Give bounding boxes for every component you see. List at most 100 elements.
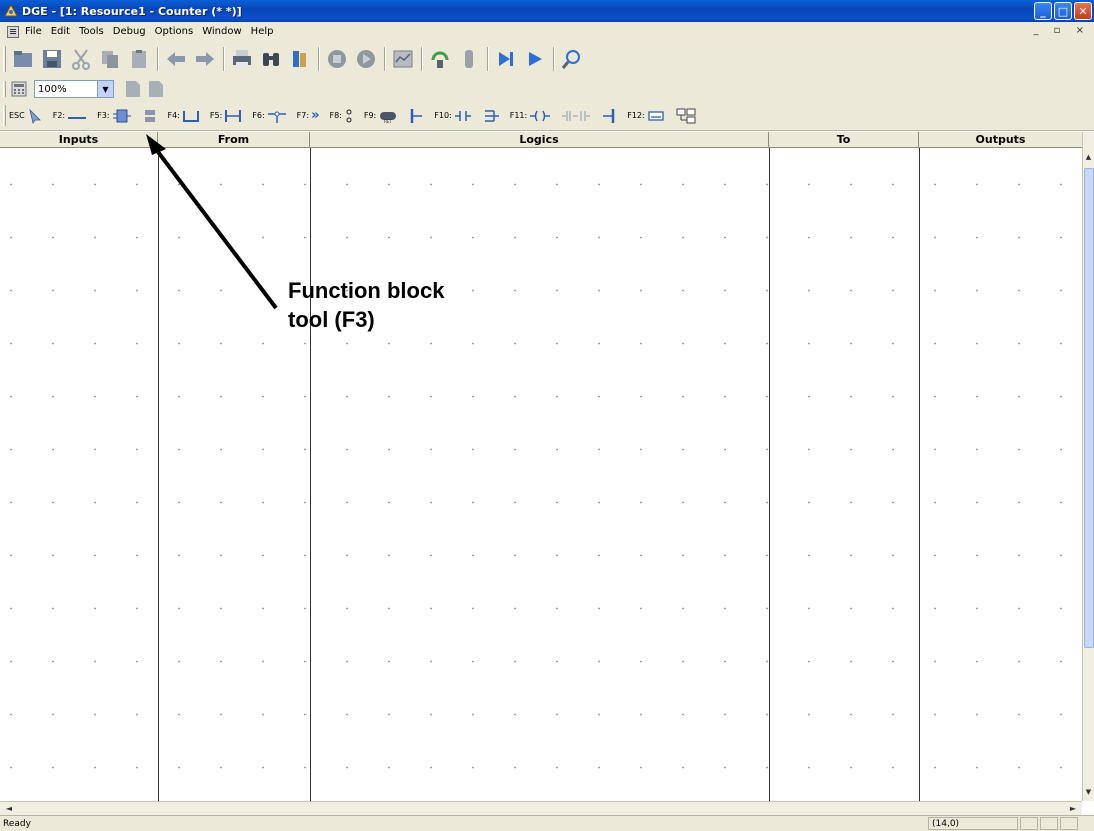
ladder-toolbar: ESC F2: F3: F4: F5: F6: F7: » F8: F9: RE… <box>0 101 1094 131</box>
maximize-icon: □ <box>1057 4 1069 18</box>
menu-edit[interactable]: Edit <box>51 26 70 37</box>
menu-file[interactable]: File <box>25 26 42 37</box>
calculator-icon <box>11 81 27 97</box>
connector-tool[interactable]: F8: <box>329 103 353 129</box>
page-setup-button[interactable] <box>145 78 167 100</box>
chevron-down-icon[interactable]: ▼ <box>97 81 113 97</box>
menu-window[interactable]: Window <box>202 26 241 37</box>
jump-tool[interactable]: F7: » <box>297 103 320 129</box>
find-button[interactable] <box>257 45 285 73</box>
column-to[interactable]: To <box>769 132 919 147</box>
download-button[interactable] <box>426 45 454 73</box>
variable-tool[interactable]: F4: <box>168 103 200 129</box>
toolbar-grip[interactable] <box>3 105 6 126</box>
column-from[interactable]: From <box>158 132 310 147</box>
vertical-scrollbar[interactable]: ▲ ▼ <box>1082 132 1094 801</box>
library-button[interactable] <box>286 45 314 73</box>
right-rail-tool[interactable] <box>601 103 617 129</box>
redo-icon <box>196 52 214 66</box>
toolbar-grip[interactable] <box>3 80 6 98</box>
scroll-down-icon[interactable]: ▼ <box>1083 785 1094 799</box>
calculator-button[interactable] <box>9 79 29 99</box>
paste-button[interactable] <box>125 45 153 73</box>
scrollbar-thumb[interactable] <box>1084 168 1094 648</box>
play-icon <box>529 52 542 66</box>
parallel-contact-icon <box>484 109 499 122</box>
menu-debug[interactable]: Debug <box>113 26 146 37</box>
redo-button[interactable] <box>191 45 219 73</box>
f11-key-label: F11: <box>509 111 528 120</box>
paste-icon <box>132 50 146 68</box>
toolbar-grip[interactable] <box>3 46 6 72</box>
toolbar-separator <box>384 47 386 71</box>
start-button[interactable] <box>352 45 380 73</box>
maximize-button[interactable]: □ <box>1054 2 1072 20</box>
edge-contact-tool[interactable] <box>561 103 591 129</box>
return-tool[interactable]: F9: RET <box>364 103 398 129</box>
new-button[interactable] <box>9 45 37 73</box>
parallel-contact-tool[interactable] <box>482 103 500 129</box>
coil-icon <box>225 109 242 122</box>
start-circle-icon <box>357 50 375 68</box>
cut-button[interactable] <box>67 45 95 73</box>
binoculars-icon <box>263 53 279 66</box>
left-rail-icon <box>411 108 423 123</box>
left-rail-tool[interactable] <box>408 103 424 129</box>
monitor-button[interactable] <box>389 45 417 73</box>
stacked-block-icon <box>144 109 155 122</box>
column-divider <box>158 148 159 801</box>
svg-text:RET: RET <box>384 119 392 124</box>
minimize-button[interactable]: _ <box>1034 2 1052 20</box>
document-icon[interactable] <box>7 25 19 38</box>
menu-tools[interactable]: Tools <box>79 26 104 37</box>
select-tool[interactable]: ESC <box>9 103 43 129</box>
scroll-up-icon[interactable]: ▲ <box>1083 150 1094 164</box>
controller-icon <box>465 50 473 68</box>
function-block-tool[interactable]: F3: <box>97 103 131 129</box>
ladder-canvas[interactable] <box>0 148 1082 801</box>
download-icon <box>431 51 449 68</box>
contact-tool[interactable]: F10: <box>434 103 471 129</box>
controller-button[interactable] <box>455 45 483 73</box>
copy-button[interactable] <box>96 45 124 73</box>
mdi-window-controls[interactable]: _ ▫ × <box>1033 25 1090 36</box>
branch-tool[interactable]: F6: <box>252 103 286 129</box>
column-outputs[interactable]: Outputs <box>919 132 1082 147</box>
connector-icon <box>346 109 352 122</box>
page-button[interactable] <box>122 78 144 100</box>
cursor-coordinates: (14,0) <box>928 817 1018 830</box>
f7-key-label: F7: <box>296 111 310 120</box>
menu-options[interactable]: Options <box>155 26 194 37</box>
coil-output-tool[interactable]: F11: <box>510 103 551 129</box>
column-logics[interactable]: Logics <box>310 132 769 147</box>
menu-help[interactable]: Help <box>251 26 274 37</box>
block-variant-tool[interactable] <box>142 103 158 129</box>
esc-key-label: ESC <box>9 111 25 120</box>
toolbar-separator <box>487 47 489 71</box>
f3-key-label: F3: <box>97 111 110 120</box>
undo-button[interactable] <box>162 45 190 73</box>
save-button[interactable] <box>38 45 66 73</box>
sequence-tool[interactable] <box>675 103 697 129</box>
edge-contact-icon <box>562 110 591 121</box>
stop-button[interactable] <box>323 45 351 73</box>
inspect-button[interactable] <box>558 45 586 73</box>
close-button[interactable]: ✕ <box>1074 2 1092 20</box>
zoom-select[interactable]: 100% ▼ <box>34 80 114 98</box>
run-button[interactable] <box>521 45 549 73</box>
print-button[interactable] <box>228 45 256 73</box>
return-icon: RET <box>380 111 397 124</box>
coil-tool[interactable]: F5: <box>210 103 242 129</box>
scroll-right-icon[interactable]: ► <box>1066 802 1080 815</box>
step-button[interactable] <box>492 45 520 73</box>
toolbar-separator <box>421 47 423 71</box>
wire-tool[interactable]: F2: <box>53 103 87 129</box>
horizontal-scrollbar[interactable]: ◄ ► <box>0 801 1082 815</box>
comment-tool[interactable]: F12: <box>627 103 664 129</box>
page-setup-icon <box>149 81 163 97</box>
scroll-left-icon[interactable]: ◄ <box>2 802 16 815</box>
contact-icon <box>454 110 471 121</box>
library-icon <box>293 51 306 67</box>
column-inputs[interactable]: Inputs <box>0 132 158 147</box>
branch-icon <box>267 111 286 123</box>
